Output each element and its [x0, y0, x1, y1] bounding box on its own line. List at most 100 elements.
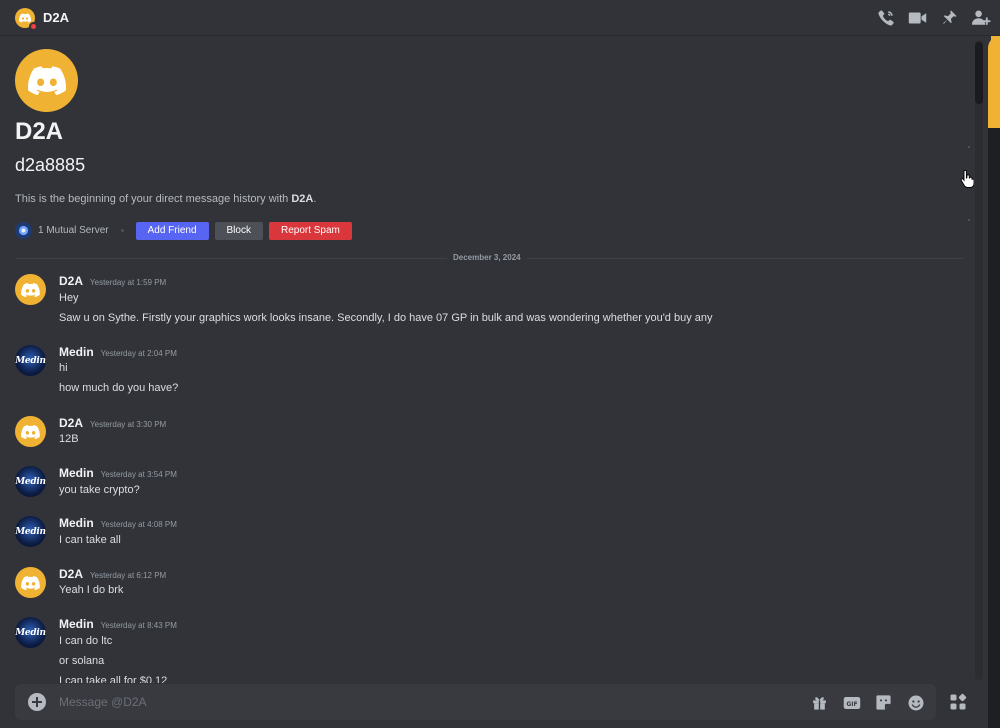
message-text: how much do you have?: [59, 382, 179, 394]
message-author[interactable]: Medin: [59, 516, 94, 530]
message-avatar[interactable]: Medin: [15, 345, 46, 376]
report-spam-button[interactable]: Report Spam: [268, 221, 352, 240]
dm-title: D2A: [43, 10, 70, 25]
pin-icon: [943, 10, 957, 24]
date-divider-label: December 3, 2024: [447, 253, 527, 262]
message-timestamp: Yesterday at 6:12 PM: [90, 571, 167, 580]
message-avatar[interactable]: [15, 567, 46, 598]
server-avatar-icon: [18, 225, 29, 236]
message-author[interactable]: Medin: [59, 466, 94, 480]
profile-display-name: D2A: [15, 118, 64, 145]
message-header: Medin Yesterday at 3:54 PM: [59, 466, 177, 480]
message-author[interactable]: D2A: [59, 416, 83, 430]
discord-logo-icon: [19, 13, 31, 23]
avatar-wordmark: Medin: [15, 355, 46, 366]
message-text: Hey: [59, 292, 79, 304]
message-composer[interactable]: Message @D2A GIF: [15, 684, 936, 720]
message-header: Medin Yesterday at 2:04 PM: [59, 345, 177, 359]
intro-desc-name: D2A: [291, 193, 314, 205]
message-timestamp: Yesterday at 8:43 PM: [100, 621, 177, 630]
member-panel-edge: [988, 128, 1000, 728]
hand-pointer-cursor-icon: [960, 170, 974, 188]
message-text: I can take all for $0.12: [59, 675, 168, 683]
edge-mark: [968, 219, 970, 221]
message-header: Medin Yesterday at 8:43 PM: [59, 617, 177, 631]
message-text: I can do ltc: [59, 635, 113, 647]
message-header: D2A Yesterday at 6:12 PM: [59, 567, 166, 581]
discord-logo-icon: [21, 282, 40, 297]
avatar-wordmark: Medin: [15, 476, 46, 487]
add-friend-button[interactable]: Add Friend: [135, 221, 209, 240]
message-avatar[interactable]: [15, 416, 46, 447]
message-header: D2A Yesterday at 3:30 PM: [59, 416, 166, 430]
intro-desc-suffix: .: [313, 193, 317, 205]
sticker-icon: [876, 695, 891, 710]
discord-logo-icon: [27, 66, 66, 95]
message-header: Medin Yesterday at 4:08 PM: [59, 516, 177, 530]
message-text: I can take all: [59, 534, 121, 546]
gif-button[interactable]: GIF: [841, 692, 862, 713]
add-friends-to-dm-button[interactable]: [971, 7, 992, 28]
video-call-button[interactable]: [907, 7, 928, 28]
mutual-servers-link[interactable]: 1 Mutual Server: [38, 225, 109, 236]
status-dnd-icon: [29, 22, 38, 31]
message-author[interactable]: D2A: [59, 567, 83, 581]
message-timestamp: Yesterday at 3:54 PM: [100, 470, 177, 479]
message-text: Yeah I do brk: [59, 584, 124, 596]
emoji-button[interactable]: [905, 692, 926, 713]
sticker-button[interactable]: [873, 692, 894, 713]
header-toolbar: [875, 7, 992, 28]
scrollbar-thumb[interactable]: [975, 42, 983, 104]
voice-call-button[interactable]: [875, 7, 896, 28]
discord-logo-icon: [21, 575, 40, 590]
message-author[interactable]: D2A: [59, 274, 83, 288]
message-author[interactable]: Medin: [59, 345, 94, 359]
message-input[interactable]: Message @D2A: [59, 695, 147, 709]
message-text: Saw u on Sythe. Firstly your graphics wo…: [59, 312, 713, 324]
message-text: hi: [59, 362, 68, 374]
header-avatar[interactable]: [15, 8, 38, 31]
app-launcher-button[interactable]: [944, 688, 972, 716]
mutual-server-icon[interactable]: [15, 222, 32, 239]
scrollbar-track[interactable]: [975, 40, 983, 680]
message-avatar[interactable]: Medin: [15, 516, 46, 547]
profile-username: d2a8885: [15, 155, 86, 175]
dm-intro-description: This is the beginning of your direct mes…: [15, 193, 316, 205]
profile-avatar[interactable]: [15, 49, 78, 112]
message-avatar[interactable]: Medin: [15, 617, 46, 648]
message-text: 12B: [59, 433, 79, 445]
phone-call-icon: [877, 9, 894, 26]
composer-toolbar: GIF: [809, 692, 926, 713]
message-header: D2A Yesterday at 1:59 PM: [59, 274, 166, 288]
edge-mark: [968, 146, 970, 148]
upload-button[interactable]: [28, 693, 46, 711]
video-camera-icon: [908, 11, 927, 24]
message-group: Medin Medin Yesterday at 8:43 PM I can d…: [15, 617, 955, 683]
message-timestamp: Yesterday at 3:30 PM: [90, 420, 167, 429]
message-author[interactable]: Medin: [59, 617, 94, 631]
message-avatar[interactable]: Medin: [15, 466, 46, 497]
message-text: or solana: [59, 655, 105, 667]
profile-actions: 1 Mutual Server Add Friend Block Report …: [15, 221, 358, 240]
add-user-icon: [972, 10, 991, 25]
message-avatar[interactable]: [15, 274, 46, 305]
apps-grid-icon: [950, 693, 967, 710]
plus-icon: [32, 697, 42, 707]
message-timestamp: Yesterday at 1:59 PM: [90, 278, 167, 287]
message-text: you take crypto?: [59, 484, 140, 496]
avatar-wordmark: Medin: [15, 526, 46, 537]
message-timestamp: Yesterday at 2:04 PM: [100, 349, 177, 358]
discord-logo-icon: [21, 424, 40, 439]
block-button[interactable]: Block: [214, 221, 263, 240]
message-timestamp: Yesterday at 4:08 PM: [100, 520, 177, 529]
avatar-wordmark: Medin: [15, 627, 46, 638]
gift-button[interactable]: [809, 692, 830, 713]
svg-text:GIF: GIF: [846, 701, 857, 708]
profile-banner-edge: [988, 36, 1000, 128]
intro-desc-prefix: This is the beginning of your direct mes…: [15, 193, 292, 205]
dm-window: D2A D2A d2a8885 This is the beginning of…: [0, 0, 1000, 728]
gift-icon: [813, 697, 826, 710]
dm-header: D2A: [0, 0, 1000, 36]
separator-dot: [120, 229, 124, 232]
pinned-messages-button[interactable]: [939, 7, 960, 28]
